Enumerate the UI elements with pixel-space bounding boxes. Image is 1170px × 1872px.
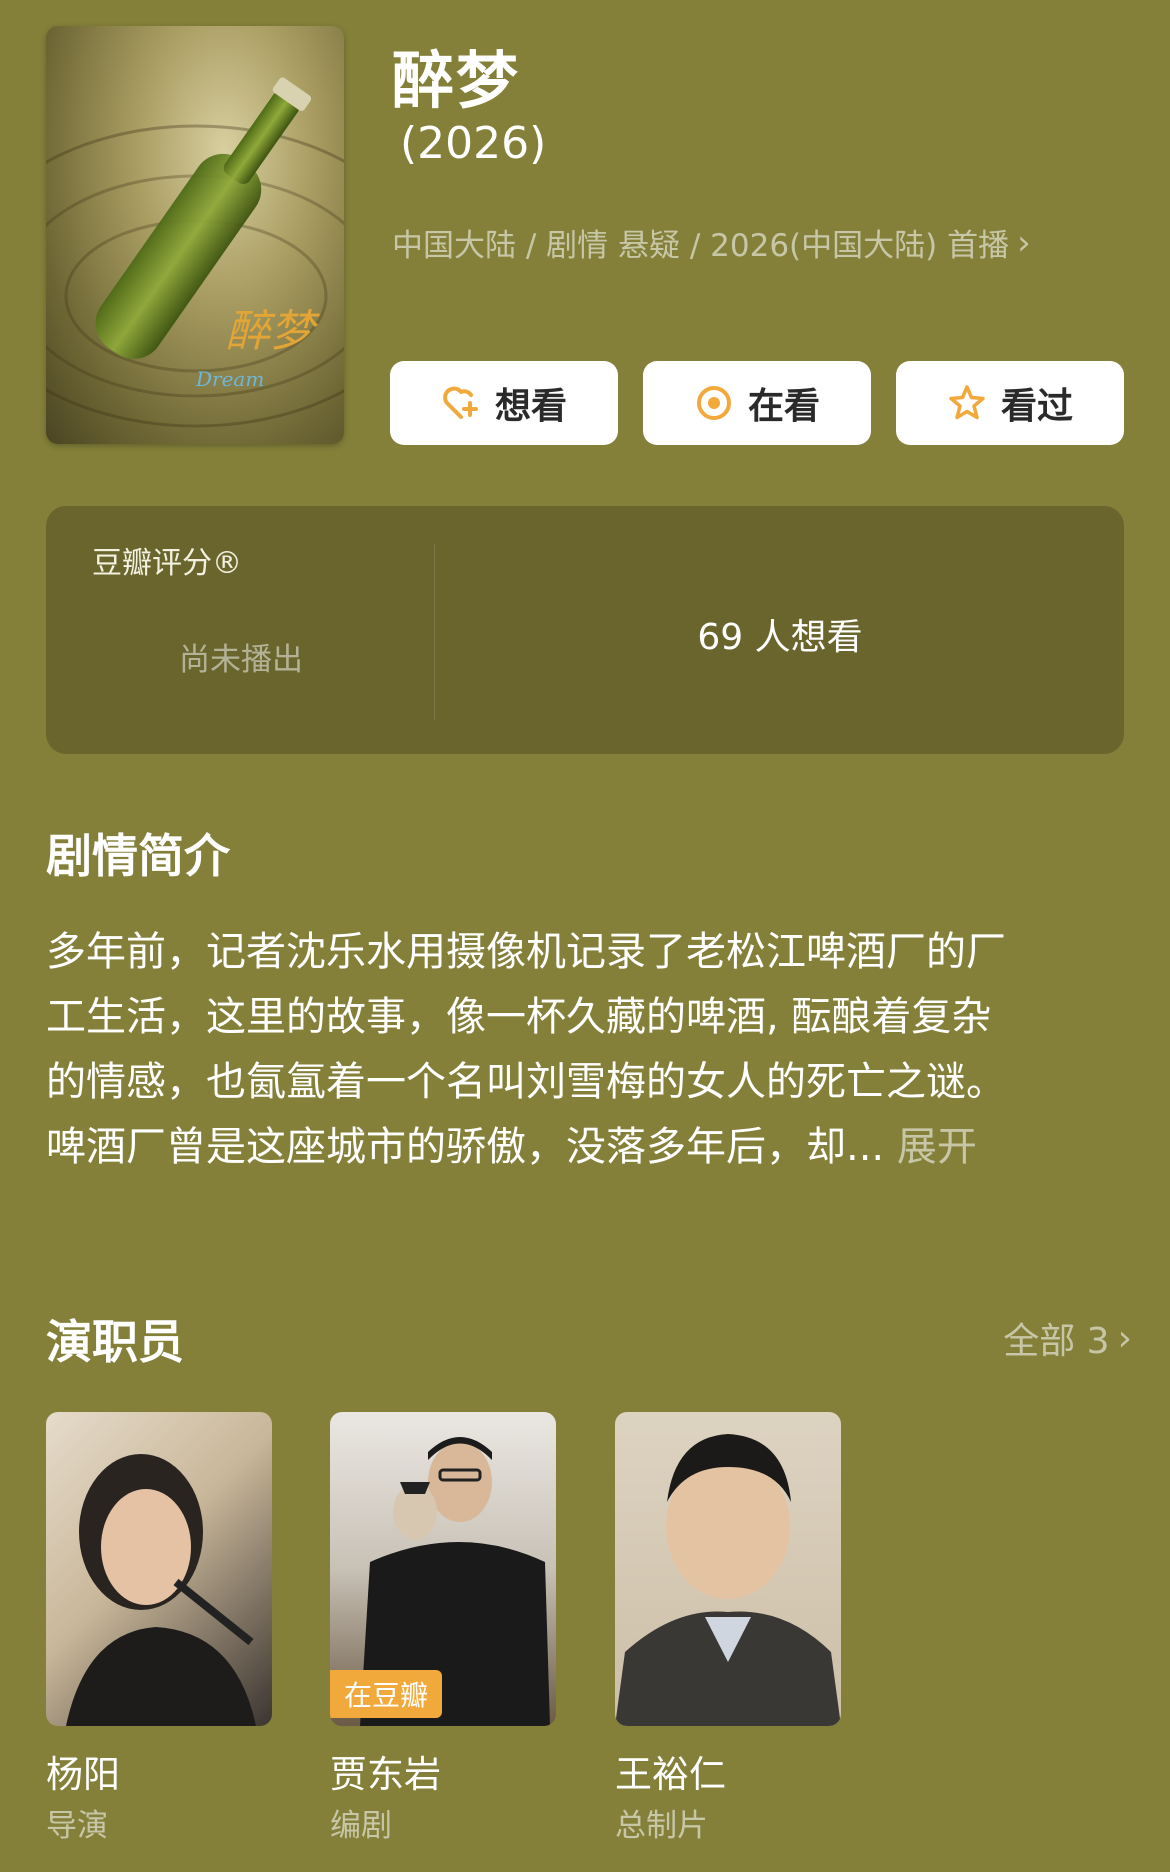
chevron-right-icon: › <box>1017 222 1031 263</box>
star-icon <box>947 383 987 423</box>
watched-button[interactable]: 看过 <box>896 361 1124 445</box>
release-year: (2026) <box>400 118 547 169</box>
synopsis-heading: 剧情简介 <box>46 829 230 883</box>
on-douban-tag: 在豆瓣 <box>330 1670 443 1718</box>
want-count: 69 人想看 <box>697 617 863 658</box>
want-to-watch-label: 想看 <box>494 386 567 427</box>
cast-photo: 在豆瓣 <box>330 1412 556 1726</box>
cast-photo <box>615 1412 841 1726</box>
svg-text:醉梦: 醉梦 <box>226 306 320 357</box>
synopsis-text: 多年前，记者沈乐水用摄像机记录了老松江啤酒厂的厂 工生活，这里的故事，像一杯久藏… <box>46 920 1136 1180</box>
cast-card[interactable]: 杨阳 导演 <box>46 1412 272 1844</box>
want-to-watch-button[interactable]: 想看 <box>390 361 618 445</box>
cast-photo <box>46 1412 272 1726</box>
chevron-right-icon: › <box>1117 1317 1132 1359</box>
svg-text:Dream: Dream <box>195 367 264 391</box>
synopsis-line: 的情感，也氤氲着一个名叫刘雪梅的女人的死亡之谜。 <box>46 1059 1006 1105</box>
watching-label: 在看 <box>747 386 820 427</box>
rating-divider <box>434 544 435 720</box>
cast-name: 王裕仁 <box>615 1753 726 1796</box>
expand-link[interactable]: 展开 <box>897 1124 977 1170</box>
meta-info-text: 中国大陆 / 剧情 悬疑 / 2026(中国大陆) 首播 <box>392 228 1010 264</box>
all-cast-label: 全部 3 <box>1003 1321 1110 1362</box>
cast-role: 总制片 <box>615 1808 708 1844</box>
synopsis-line: 工生活，这里的故事，像一杯久藏的啤酒, 酝酿着复杂 <box>46 994 992 1040</box>
target-icon <box>694 383 734 423</box>
rating-label: 豆瓣评分® <box>92 546 242 581</box>
watched-label: 看过 <box>1000 386 1073 427</box>
cast-card[interactable]: 在豆瓣 贾东岩 编剧 <box>330 1412 556 1844</box>
rating-status: 尚未播出 <box>179 642 303 678</box>
cast-role: 编剧 <box>330 1808 392 1844</box>
cast-role: 导演 <box>46 1808 108 1844</box>
synopsis-line: 啤酒厂曾是这座城市的骄傲，没落多年后，却... <box>46 1124 885 1170</box>
cast-heading: 演职员 <box>46 1315 184 1369</box>
meta-info-link[interactable]: 中国大陆 / 剧情 悬疑 / 2026(中国大陆) 首播 › <box>392 220 1031 265</box>
cast-name: 贾东岩 <box>330 1753 441 1796</box>
synopsis-line: 多年前，记者沈乐水用摄像机记录了老松江啤酒厂的厂 <box>46 929 1006 975</box>
cast-name: 杨阳 <box>46 1753 120 1796</box>
heart-plus-icon <box>441 383 481 423</box>
poster-image[interactable]: 醉梦 Dream <box>46 26 344 444</box>
synopsis-line-last: 啤酒厂曾是这座城市的骄傲，没落多年后，却... 展开 <box>46 1115 1136 1180</box>
rating-panel[interactable]: 豆瓣评分® 尚未播出 69 人想看 <box>46 506 1124 754</box>
cast-card[interactable]: 王裕仁 总制片 <box>615 1412 841 1844</box>
all-cast-link[interactable]: 全部 3 › <box>1003 1312 1132 1364</box>
watching-button[interactable]: 在看 <box>643 361 871 445</box>
page-title: 醉梦 <box>392 44 521 117</box>
